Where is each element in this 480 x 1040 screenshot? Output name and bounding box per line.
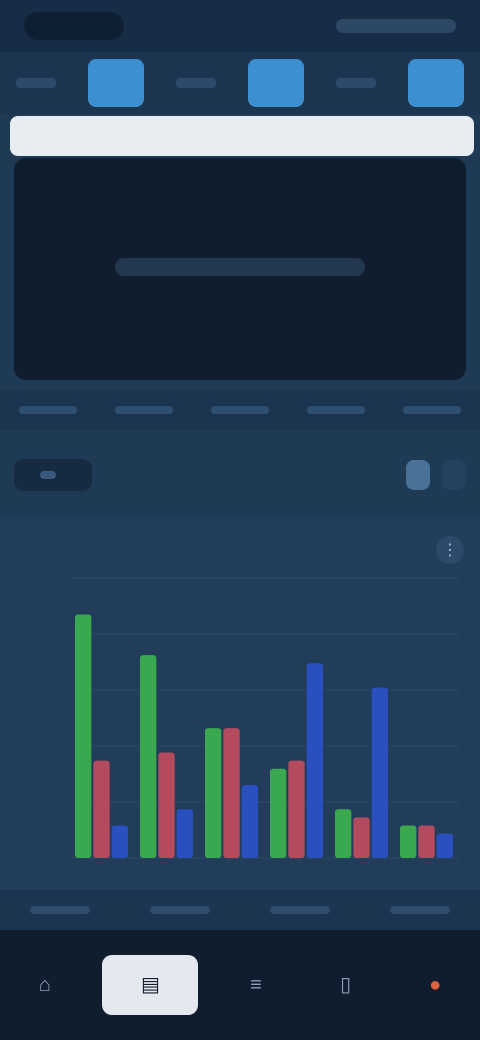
chart-bar[interactable] — [205, 728, 222, 858]
link-item[interactable] — [307, 406, 365, 414]
chart-bar[interactable] — [288, 760, 305, 858]
toolbar-right — [406, 460, 466, 490]
summary-action[interactable] — [115, 258, 365, 276]
chart-bar[interactable] — [111, 825, 128, 858]
chart-bar[interactable] — [335, 809, 352, 858]
footer-tab[interactable] — [390, 906, 450, 914]
toolbar-pill[interactable] — [406, 460, 430, 490]
chart-bar[interactable] — [353, 817, 370, 858]
nav-doc[interactable]: ▯ — [314, 953, 378, 1017]
chart-bar[interactable] — [270, 768, 287, 858]
timeframe-option-active[interactable] — [40, 471, 56, 479]
link-item[interactable] — [211, 406, 269, 414]
summary-panel — [14, 158, 466, 380]
chart-bar[interactable] — [176, 809, 193, 858]
tile-label — [16, 78, 56, 88]
chart-area: ⋮ — [0, 518, 480, 890]
timeframe-toolbar — [0, 440, 480, 510]
home-icon: ⌂ — [38, 974, 51, 996]
summary-columns — [14, 158, 466, 202]
search-input[interactable] — [10, 116, 474, 156]
chart-bar[interactable] — [436, 833, 453, 858]
link-item[interactable] — [115, 406, 173, 414]
footer-tab[interactable] — [150, 906, 210, 914]
footer-tab[interactable] — [30, 906, 90, 914]
chart-bar[interactable] — [371, 687, 388, 858]
chart-bar[interactable] — [140, 655, 157, 858]
chart-bar[interactable] — [306, 663, 323, 858]
quick-tile[interactable] — [248, 59, 304, 107]
bottom-navigation: ⌂ ▤ ≡ ▯ ● — [0, 930, 480, 1040]
chart-icon: ▤ — [140, 974, 160, 996]
chart-bar[interactable] — [241, 784, 258, 858]
link-item[interactable] — [403, 406, 461, 414]
tile-label — [176, 78, 216, 88]
toolbar-pill[interactable] — [442, 460, 466, 490]
nav-list[interactable]: ≡ — [224, 953, 288, 1017]
link-row — [0, 390, 480, 430]
nav-chart[interactable]: ▤ — [102, 955, 199, 1015]
status-left — [24, 12, 124, 40]
list-icon: ≡ — [250, 974, 262, 996]
footer-tab[interactable] — [270, 906, 330, 914]
bar-chart — [70, 577, 460, 859]
quick-tile[interactable] — [408, 59, 464, 107]
status-bar — [0, 0, 480, 52]
chart-bar[interactable] — [93, 760, 110, 858]
tile-label — [336, 78, 376, 88]
chart-bar[interactable] — [418, 825, 435, 858]
status-indicators — [336, 19, 456, 33]
chart-bar[interactable] — [223, 728, 240, 858]
timeframe-group — [14, 459, 92, 491]
link-item[interactable] — [19, 406, 77, 414]
quick-tiles — [0, 52, 480, 114]
quick-tile[interactable] — [88, 59, 144, 107]
nav-alert[interactable]: ● — [403, 953, 467, 1017]
chart-bar[interactable] — [400, 825, 417, 858]
brand-pill[interactable] — [24, 12, 124, 40]
chart-bar[interactable] — [75, 614, 92, 858]
chart-bar[interactable] — [158, 752, 175, 858]
alert-icon: ● — [429, 974, 442, 996]
doc-icon: ▯ — [340, 974, 352, 996]
nav-home[interactable]: ⌂ — [13, 953, 77, 1017]
footer-tabs — [0, 890, 480, 930]
